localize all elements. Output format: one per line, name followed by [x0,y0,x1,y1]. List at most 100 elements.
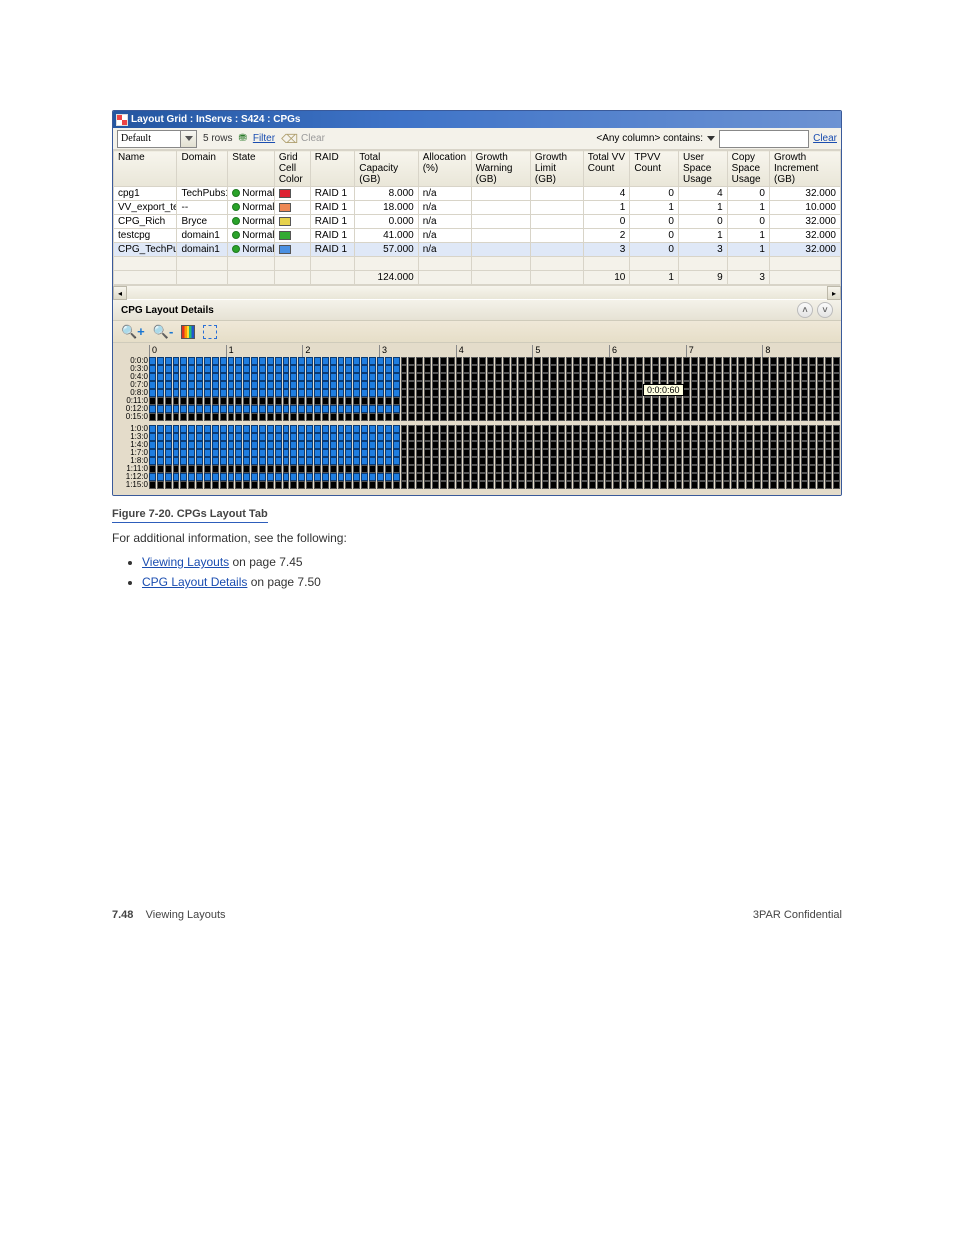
grid-cell[interactable] [180,381,187,389]
column-header[interactable]: Total VV Count [583,151,630,187]
grid-cell[interactable] [746,473,753,481]
grid-cell[interactable] [165,441,172,449]
grid-cell[interactable] [353,405,360,413]
grid-cell[interactable] [518,389,525,397]
grid-cell[interactable] [408,405,415,413]
grid-cell[interactable] [833,433,840,441]
grid-cell[interactable] [259,389,266,397]
grid-cell[interactable] [534,457,541,465]
grid-cell[interactable] [652,441,659,449]
grid-cell[interactable] [235,365,242,373]
grid-cell[interactable] [731,433,738,441]
grid-cell[interactable] [833,425,840,433]
grid-cell[interactable] [440,433,447,441]
grid-cell[interactable] [707,473,714,481]
grid-cell[interactable] [448,441,455,449]
grid-cell[interactable] [345,449,352,457]
grid-cell[interactable] [424,405,431,413]
grid-cell[interactable] [731,357,738,365]
grid-cell[interactable] [605,441,612,449]
grid-cell[interactable] [754,405,761,413]
grid-cell[interactable] [338,441,345,449]
grid-cell[interactable] [180,473,187,481]
grid-cell[interactable] [778,465,785,473]
grid-cell[interactable] [621,465,628,473]
grid-cell[interactable] [283,397,290,405]
grid-cell[interactable] [369,381,376,389]
grid-cell[interactable] [149,381,156,389]
grid-cell[interactable] [566,457,573,465]
grid-cell[interactable] [691,473,698,481]
grid-cell[interactable] [628,365,635,373]
grid-cell[interactable] [306,389,313,397]
grid-cell[interactable] [613,413,620,421]
grid-cell[interactable] [778,441,785,449]
grid-cell[interactable] [369,465,376,473]
grid-cell[interactable] [345,405,352,413]
grid-cell[interactable] [298,365,305,373]
grid-cell[interactable] [746,397,753,405]
grid-cell[interactable] [511,357,518,365]
grid-cell[interactable] [526,357,533,365]
grid-cell[interactable] [597,473,604,481]
grid-cell[interactable] [566,389,573,397]
grid-cell[interactable] [707,465,714,473]
grid-cell[interactable] [353,481,360,489]
grid-cell[interactable] [479,465,486,473]
grid-cell[interactable] [683,433,690,441]
grid-cell[interactable] [652,433,659,441]
grid-cell[interactable] [432,481,439,489]
grid-cell[interactable] [770,413,777,421]
grid-cell[interactable] [432,365,439,373]
grid-cell[interactable] [377,413,384,421]
grid-cell[interactable] [589,397,596,405]
grid-cell[interactable] [353,365,360,373]
grid-cell[interactable] [440,473,447,481]
grid-cell[interactable] [786,373,793,381]
grid-cell[interactable] [660,357,667,365]
grid-cell[interactable] [416,373,423,381]
grid-cell[interactable] [495,425,502,433]
grid-cell[interactable] [173,425,180,433]
grid-cell[interactable] [676,373,683,381]
grid-cell[interactable] [605,449,612,457]
grid-cell[interactable] [793,457,800,465]
grid-cell[interactable] [235,425,242,433]
grid-cell[interactable] [628,449,635,457]
grid-cell[interactable] [149,473,156,481]
grid-cell[interactable] [173,373,180,381]
grid-cell[interactable] [605,473,612,481]
grid-cell[interactable] [267,373,274,381]
grid-cell[interactable] [723,405,730,413]
grid-cell[interactable] [408,397,415,405]
grid-cell[interactable] [589,473,596,481]
grid-cell[interactable] [149,413,156,421]
grid-cell[interactable] [212,473,219,481]
grid-cell[interactable] [173,449,180,457]
grid-cell[interactable] [243,389,250,397]
grid-cell[interactable] [463,373,470,381]
grid-cell[interactable] [306,433,313,441]
grid-cell[interactable] [456,413,463,421]
grid-cell[interactable] [369,441,376,449]
grid-cell[interactable] [746,457,753,465]
grid-cell[interactable] [424,373,431,381]
grid-cell[interactable] [660,425,667,433]
table-row[interactable]: CPG_TechPubsdomain1NormalRAID 157.000n/a… [114,243,841,257]
grid-cell[interactable] [416,449,423,457]
grid-cell[interactable] [707,373,714,381]
grid-cell[interactable] [448,357,455,365]
grid-cell[interactable] [652,473,659,481]
grid-cell[interactable] [573,381,580,389]
grid-cell[interactable] [330,457,337,465]
grid-cell[interactable] [345,373,352,381]
grid-cell[interactable] [581,481,588,489]
grid-cell[interactable] [251,441,258,449]
grid-cell[interactable] [723,389,730,397]
grid-cell[interactable] [369,389,376,397]
grid-cell[interactable] [605,397,612,405]
grid-cell[interactable] [566,405,573,413]
grid-cell[interactable] [542,425,549,433]
grid-cell[interactable] [801,365,808,373]
grid-cell[interactable] [723,373,730,381]
